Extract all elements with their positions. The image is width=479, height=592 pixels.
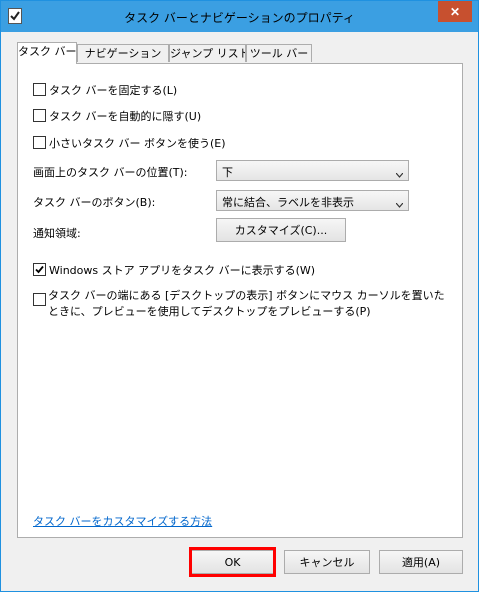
position-dropdown[interactable]: 下 — [216, 160, 409, 181]
buttons-dropdown[interactable]: 常に結合、ラベルを非表示 — [216, 190, 409, 211]
tab-navigation[interactable]: ナビゲーション — [77, 44, 169, 62]
ok-highlight-box — [189, 547, 276, 577]
notification-area-label: 通知領域: — [33, 227, 81, 240]
customize-button[interactable]: カスタマイズ(C)... — [216, 218, 346, 242]
tab-jump-list[interactable]: ジャンプ リスト — [169, 44, 246, 62]
cancel-button[interactable]: キャンセル — [284, 550, 370, 574]
auto-hide-label: タスク バーを自動的に隠す(U) — [49, 110, 202, 123]
chevron-down-icon — [395, 168, 404, 178]
peek-label: タスク バーの端にある [デスクトップの表示] ボタンにマウス カーソルを置いた… — [48, 289, 445, 318]
buttons-value: 常に結合、ラベルを非表示 — [222, 196, 354, 209]
position-value: 下 — [222, 166, 233, 179]
store-apps-option[interactable]: Windows ストア アプリをタスク バーに表示する(W) — [33, 262, 315, 278]
window-title: タスク バーとナビゲーションのプロパティ — [124, 11, 355, 25]
chevron-down-icon — [395, 198, 404, 208]
position-label: 画面上のタスク バーの位置(T): — [33, 166, 188, 179]
lock-taskbar-option[interactable]: タスク バーを固定する(L) — [33, 82, 177, 98]
store-apps-checkbox[interactable] — [33, 263, 46, 276]
tab-toolbars[interactable]: ツール バー — [246, 44, 312, 62]
auto-hide-option[interactable]: タスク バーを自動的に隠す(U) — [33, 108, 201, 124]
close-button[interactable]: ✕ — [438, 1, 472, 22]
buttons-label: タスク バーのボタン(B): — [33, 196, 156, 209]
lock-taskbar-label: タスク バーを固定する(L) — [49, 84, 178, 97]
lock-taskbar-checkbox[interactable] — [33, 83, 46, 96]
small-buttons-option[interactable]: 小さいタスク バー ボタンを使う(E) — [33, 135, 226, 151]
apply-button[interactable]: 適用(A) — [379, 550, 463, 574]
tab-taskbar[interactable]: タスク バー — [17, 42, 77, 64]
small-buttons-label: 小さいタスク バー ボタンを使う(E) — [49, 137, 226, 150]
peek-checkbox[interactable] — [33, 293, 46, 306]
taskbar-tab-panel: タスク バーを固定する(L) タスク バーを自動的に隠す(U) 小さいタスク バ… — [17, 63, 463, 538]
peek-option[interactable]: タスク バーの端にある [デスクトップの表示] ボタンにマウス カーソルを置いた… — [33, 288, 453, 320]
checkmark-icon — [35, 265, 44, 274]
store-apps-label: Windows ストア アプリをタスク バーに表示する(W) — [49, 264, 316, 277]
small-buttons-checkbox[interactable] — [33, 136, 46, 149]
auto-hide-checkbox[interactable] — [33, 109, 46, 122]
close-icon: ✕ — [449, 4, 461, 19]
customize-help-link[interactable]: タスク バーをカスタマイズする方法 — [33, 513, 212, 529]
title-bar[interactable]: タスク バーとナビゲーションのプロパティ ✕ — [1, 1, 478, 32]
properties-dialog: タスク バーとナビゲーションのプロパティ ✕ タスク バー ナビゲーション ジャ… — [0, 0, 479, 592]
